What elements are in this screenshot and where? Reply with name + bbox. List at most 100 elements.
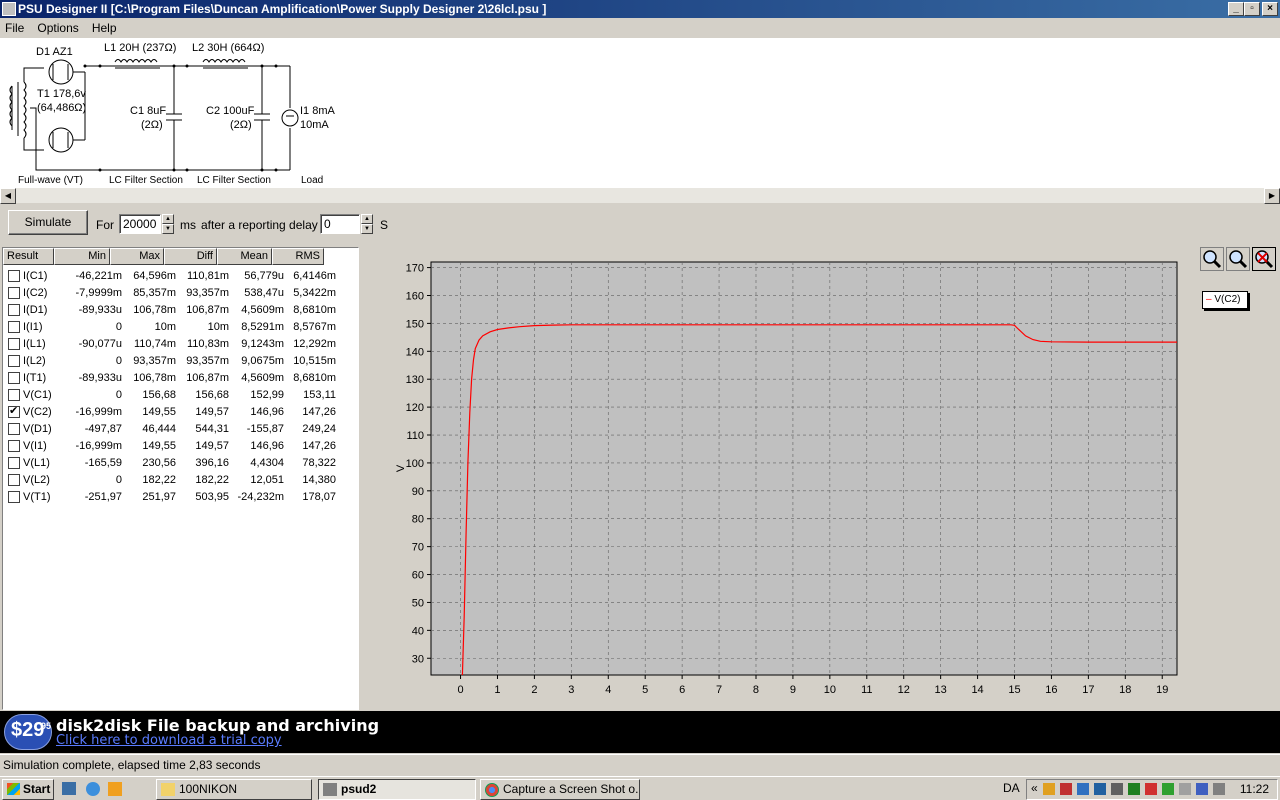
result-checkbox[interactable] bbox=[8, 456, 20, 469]
result-checkbox[interactable] bbox=[8, 388, 20, 401]
spin-up-icon[interactable]: ▲ bbox=[361, 214, 373, 224]
internet-explorer-icon[interactable] bbox=[86, 782, 100, 796]
result-diff: 106,87m bbox=[186, 371, 229, 384]
col-min[interactable]: Min bbox=[54, 248, 110, 265]
alert-icon[interactable] bbox=[1060, 783, 1072, 795]
table-row[interactable]: V(C2) -16,999m 149,55 149,57 146,96 147,26 bbox=[3, 403, 336, 420]
task-psud2[interactable]: psud2 bbox=[318, 779, 476, 800]
menu-file[interactable]: File bbox=[0, 19, 29, 38]
spin-up-icon[interactable]: ▲ bbox=[162, 214, 174, 224]
y-tick-label: 80 bbox=[412, 514, 424, 526]
y-tick-label: 30 bbox=[412, 653, 424, 665]
table-row[interactable]: V(T1) -251,97 251,97 503,95 -24,232m 178,07 bbox=[3, 488, 336, 505]
menu-help[interactable]: Help bbox=[87, 19, 122, 38]
result-checkbox[interactable] bbox=[8, 490, 20, 503]
delay-input[interactable]: 0 bbox=[320, 214, 360, 234]
col-rms[interactable]: RMS bbox=[272, 248, 324, 265]
simulate-button[interactable]: Simulate bbox=[8, 210, 88, 235]
app-icon bbox=[323, 783, 337, 796]
result-mean: 4,4304 bbox=[250, 456, 284, 469]
ad-banner[interactable]: $29 95 disk2disk File backup and archivi… bbox=[0, 711, 1280, 753]
table-row[interactable]: I(T1) -89,933u 106,78m 106,87m 4,5609m 8,6810… bbox=[3, 369, 336, 386]
result-mean: 152,99 bbox=[250, 388, 284, 401]
volume-icon[interactable] bbox=[1213, 783, 1225, 795]
security-icon[interactable] bbox=[1145, 783, 1157, 795]
antivirus-icon[interactable] bbox=[1043, 783, 1055, 795]
result-checkbox[interactable] bbox=[8, 303, 20, 316]
voltage-chart[interactable]: 0 1 2 3 4 5 6 7 8 9 10 11 12 13 14 15 16 17 18 193040506070… bbox=[362, 247, 1280, 710]
menu-options[interactable]: Options bbox=[32, 19, 83, 38]
tray-expand-icon[interactable]: « bbox=[1031, 781, 1038, 795]
table-row[interactable]: V(L2) 0 182,22 182,22 12,051 14,380 bbox=[3, 471, 336, 488]
y-tick-label: 100 bbox=[406, 458, 424, 470]
update-icon[interactable] bbox=[1128, 783, 1140, 795]
schematic-canvas[interactable]: D1 AZ1 L1 20H (237Ω) L2 30H (664Ω) T1 17… bbox=[0, 38, 1280, 187]
x-tick-label: 19 bbox=[1156, 684, 1168, 696]
scroll-right-arrow-icon[interactable]: ▶ bbox=[1264, 188, 1280, 204]
network-icon[interactable] bbox=[1077, 783, 1089, 795]
shield-icon[interactable] bbox=[1162, 783, 1174, 795]
spin-down-icon[interactable]: ▼ bbox=[162, 224, 174, 234]
table-row[interactable]: I(C2) -7,9999m 85,357m 93,357m 538,47u 5,3422… bbox=[3, 284, 336, 301]
minimize-button[interactable]: _ bbox=[1228, 2, 1244, 16]
result-checkbox[interactable] bbox=[8, 286, 20, 299]
result-checkbox[interactable] bbox=[8, 473, 20, 486]
duration-input[interactable]: 20000 bbox=[119, 214, 161, 234]
ad-link[interactable]: Click here to download a trial copy bbox=[56, 733, 282, 748]
result-mean: 4,5609m bbox=[241, 371, 284, 384]
language-indicator[interactable]: DA bbox=[1003, 781, 1020, 795]
result-checkbox[interactable] bbox=[8, 320, 20, 333]
maximize-button[interactable]: ▫ bbox=[1244, 2, 1260, 16]
col-diff[interactable]: Diff bbox=[164, 248, 217, 265]
duration-spinner[interactable]: ▲ ▼ bbox=[162, 214, 174, 234]
display-icon[interactable] bbox=[1094, 783, 1106, 795]
result-name: V(D1) bbox=[23, 422, 52, 435]
col-result[interactable]: Result bbox=[3, 248, 54, 265]
delay-spinner[interactable]: ▲ ▼ bbox=[361, 214, 373, 234]
result-checkbox[interactable] bbox=[8, 269, 20, 282]
scroll-left-arrow-icon[interactable]: ◀ bbox=[0, 188, 16, 204]
col-mean[interactable]: Mean bbox=[217, 248, 272, 265]
result-checkbox[interactable] bbox=[8, 422, 20, 435]
close-button[interactable]: × bbox=[1262, 2, 1278, 16]
result-name: V(C2) bbox=[23, 405, 52, 418]
result-checkbox[interactable] bbox=[8, 439, 20, 452]
connection-icon[interactable] bbox=[1196, 783, 1208, 795]
table-row[interactable]: I(C1) -46,221m 64,596m 110,81m 56,779u 6,4146… bbox=[3, 267, 336, 284]
horizontal-scrollbar[interactable]: ◀ ▶ bbox=[0, 187, 1280, 204]
result-checkbox[interactable] bbox=[8, 337, 20, 350]
col-max[interactable]: Max bbox=[110, 248, 164, 265]
start-button[interactable]: Start bbox=[2, 779, 54, 800]
table-row[interactable]: I(L2) 0 93,357m 93,357m 9,0675m 10,515m bbox=[3, 352, 336, 369]
spin-down-icon[interactable]: ▼ bbox=[361, 224, 373, 234]
result-rms: 6,4146m bbox=[293, 269, 336, 282]
table-row[interactable]: V(D1) -497,87 46,444 544,31 -155,87 249,24 bbox=[3, 420, 336, 437]
zoom-reset-icon[interactable] bbox=[1252, 247, 1276, 271]
result-checkbox[interactable] bbox=[8, 354, 20, 367]
task-100nikon[interactable]: 100NIKON bbox=[156, 779, 312, 800]
result-checkbox[interactable] bbox=[8, 371, 20, 384]
table-row[interactable]: V(C1) 0 156,68 156,68 152,99 153,11 bbox=[3, 386, 336, 403]
result-mean: -155,87 bbox=[246, 422, 284, 435]
result-checkbox[interactable] bbox=[8, 404, 20, 418]
table-row[interactable]: V(I1) -16,999m 149,55 149,57 146,96 147,26 bbox=[3, 437, 336, 454]
battery-icon[interactable] bbox=[1179, 783, 1191, 795]
x-tick-label: 8 bbox=[753, 684, 759, 696]
task-browser[interactable]: Capture a Screen Shot o... bbox=[480, 779, 640, 800]
table-row[interactable]: I(I1) 0 10m 10m 8,5291m 8,5767m bbox=[3, 318, 336, 335]
zoom-in-icon[interactable] bbox=[1200, 247, 1224, 271]
table-row[interactable]: I(D1) -89,933u 106,78m 106,87m 4,5609m 8,6810… bbox=[3, 301, 336, 318]
clock[interactable]: 11:22 bbox=[1240, 782, 1269, 796]
table-row[interactable]: I(L1) -90,077u 110,74m 110,83m 9,1243m 12,292… bbox=[3, 335, 336, 352]
printer-icon[interactable] bbox=[1111, 783, 1123, 795]
show-desktop-icon[interactable] bbox=[62, 782, 76, 795]
results-table: Result Min Max Diff Mean RMS I(C1) -46,22… bbox=[2, 247, 359, 710]
media-player-icon[interactable] bbox=[108, 782, 122, 796]
result-min: 0 bbox=[115, 354, 122, 367]
x-tick-label: 10 bbox=[824, 684, 836, 696]
x-tick-label: 1 bbox=[494, 684, 500, 696]
zoom-out-icon[interactable] bbox=[1226, 247, 1250, 271]
table-row[interactable]: V(L1) -165,59 230,56 396,16 4,4304 78,322 bbox=[3, 454, 336, 471]
simulation-toolbar: Simulate For 20000 ▲ ▼ ms after a reporti… bbox=[0, 205, 1280, 245]
result-diff: 182,22 bbox=[195, 473, 229, 486]
